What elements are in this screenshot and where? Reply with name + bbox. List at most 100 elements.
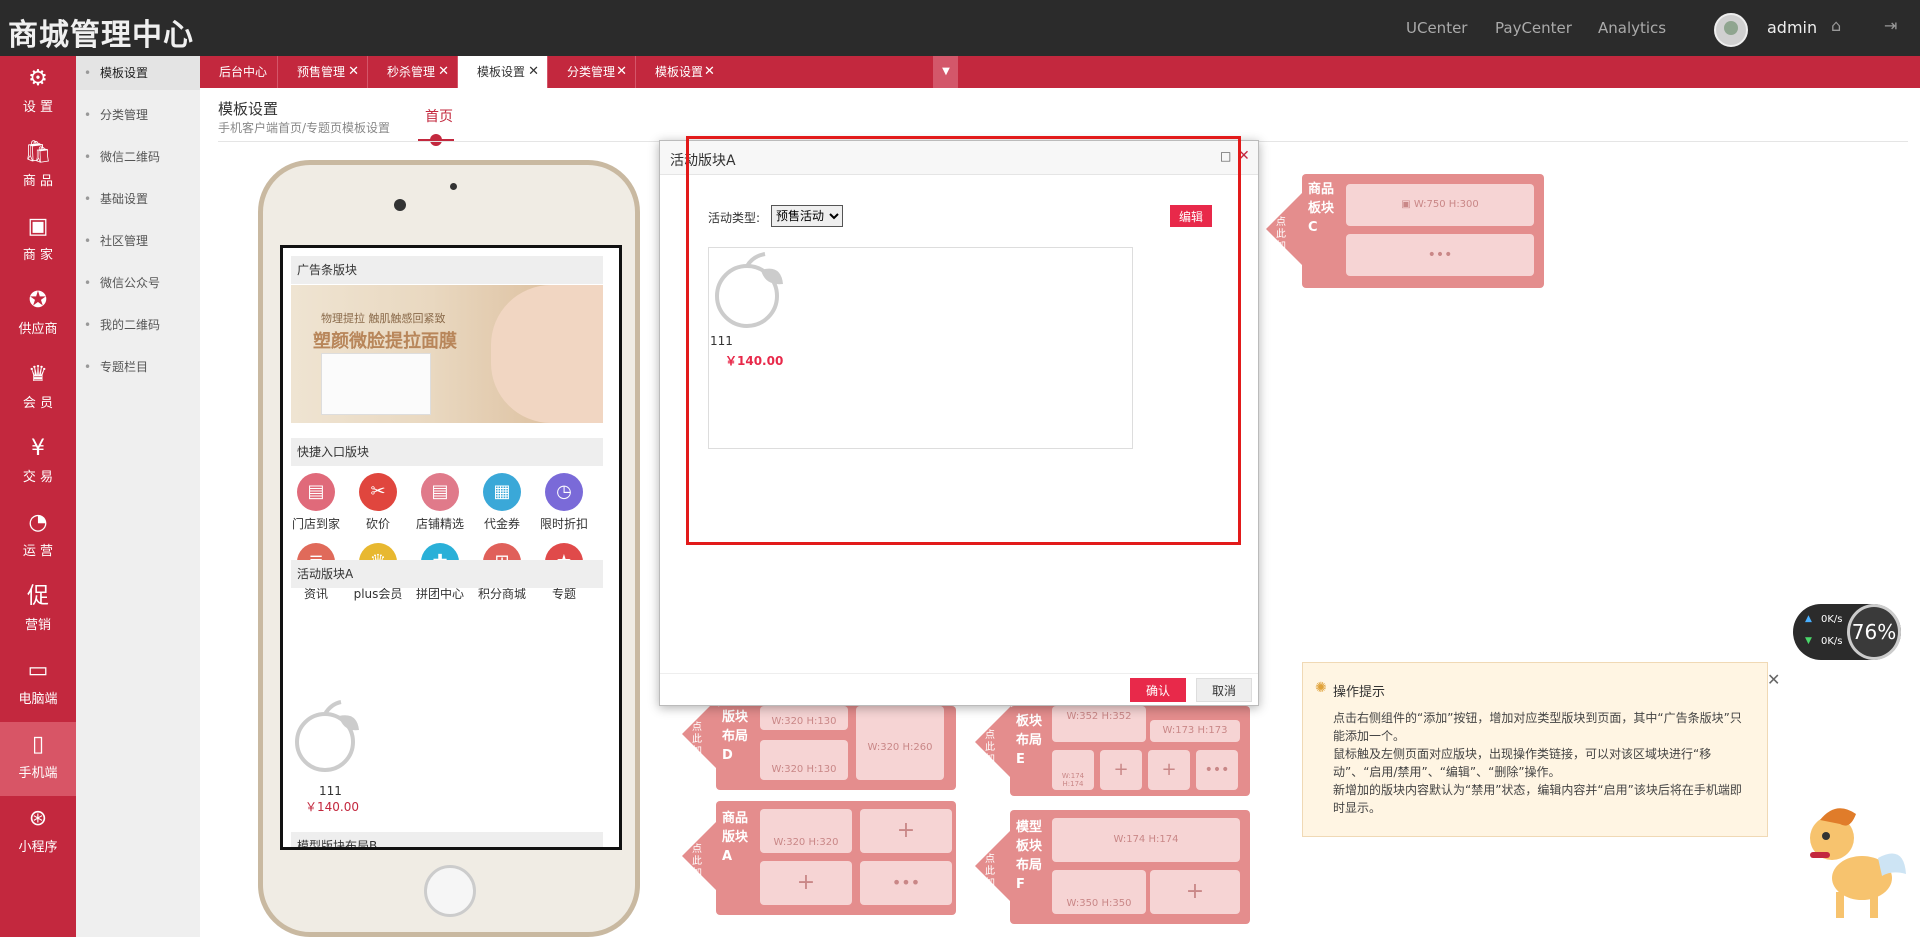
quick-entry-label: 砍价 (365, 517, 390, 531)
block-goods-a[interactable]: 商品版块A W:320 H:320 + + ••• (716, 801, 956, 915)
quick-entry-item[interactable]: ◷ 限时折扣 (533, 473, 595, 535)
block-layout-d[interactable]: 版块布局D W:320 H:130 W:320 H:130 W:320 H:26… (716, 706, 956, 790)
add-here-arrow[interactable]: 点此加入 (975, 830, 1011, 902)
sub-nav-item[interactable]: 社区管理 (76, 224, 200, 258)
quick-entry-item[interactable]: ▦ 代金券 (471, 473, 533, 535)
home-tab[interactable]: 首页 (425, 106, 453, 126)
ucenter-link[interactable]: UCenter (1406, 19, 1467, 37)
block-cell: W:320 H:130 (760, 706, 848, 730)
add-cell-button[interactable]: + (1148, 750, 1190, 790)
lightbulb-icon: ✺ (1315, 680, 1327, 696)
nav-item-0[interactable]: ⚙ 设 置 (0, 56, 76, 130)
nav-item-5[interactable]: ¥ 交 易 (0, 426, 76, 500)
add-cell-button[interactable]: + (760, 861, 852, 905)
sub-nav-item[interactable]: 专题栏目 (76, 350, 200, 384)
tip-line: 点击右侧组件的“添加”按钮，增加对应类型版块到页面，其中“广告条版块”只能添加一… (1333, 711, 1742, 743)
confirm-button[interactable]: 确认 (1130, 678, 1186, 702)
tab-presale[interactable]: 预售管理 ✕ (278, 56, 368, 88)
sub-nav-item[interactable]: 基础设置 (76, 182, 200, 216)
more-button[interactable]: ••• (1346, 234, 1534, 276)
logout-icon[interactable]: ⇥ (1884, 16, 1897, 35)
more-button[interactable]: ••• (1196, 750, 1238, 790)
add-here-arrow[interactable]: 点此加入 (682, 820, 718, 892)
monitor-icon: ▭ (27, 658, 49, 683)
nav-item-2[interactable]: ▣ 商 家 (0, 204, 76, 278)
nav-item-label: 会 员 (22, 396, 54, 411)
username[interactable]: admin (1767, 18, 1817, 37)
close-icon[interactable]: ✕ (1767, 670, 1780, 689)
left-nav: ⚙ 设 置 🛍 商 品 ▣ 商 家 ✪ 供应商 ♛ 会 员 ¥ 交 易 ◔ 运 营促营销 ▭ 电脑端 ▯ 手机端 ⊛… (0, 56, 76, 937)
network-speed-widget[interactable]: ▲ 0K/s ▼ 0K/s 76% (1793, 604, 1901, 660)
close-icon[interactable]: ✕ (616, 56, 627, 88)
block-cell: W:173 H:173 (1150, 720, 1240, 742)
block-layout-f[interactable]: 模型板块布局F W:174 H:174 W:350 H:350 + (1010, 810, 1250, 924)
block-cell: W:174 H:174 (1052, 750, 1094, 790)
block-layout-e[interactable]: 板块布局E W:352 H:352 W:173 H:173 W:174 H:17… (1010, 706, 1250, 796)
quick-entry-section-header[interactable]: 快捷入口版块 (291, 438, 603, 466)
sub-nav-item[interactable]: 分类管理 (76, 98, 200, 132)
quick-entry-item[interactable]: ▤ 店铺精选 (409, 473, 471, 535)
nav-item-label: 电脑端 (18, 692, 58, 707)
paycenter-link[interactable]: PayCenter (1495, 19, 1572, 37)
cell-dim: W:750 H:300 (1413, 199, 1479, 210)
add-cell-button[interactable]: + (860, 809, 952, 853)
sub-nav-item[interactable]: 模板设置 (76, 56, 200, 90)
upload-arrow-icon: ▲ (1805, 614, 1812, 624)
block-goods-c[interactable]: 商品板块C ▣ W:750 H:300 ••• (1302, 174, 1544, 288)
nav-item-1[interactable]: 🛍 商 品 (0, 130, 76, 204)
crown-icon: ♛ (28, 362, 48, 387)
add-here-arrow[interactable]: 点此加入 (1266, 193, 1302, 265)
tab-template-settings[interactable]: 模板设置 ✕ (458, 56, 548, 88)
analytics-link[interactable]: Analytics (1598, 19, 1666, 37)
tip-line: 新增加的版块内容默认为“禁用”状态，编辑内容并“启用”该块后将在手机端即时显示。 (1333, 783, 1742, 815)
sub-nav-item[interactable]: 微信公众号 (76, 266, 200, 300)
nav-item-8[interactable]: ▭ 电脑端 (0, 648, 76, 722)
ad-banner-subtext: 物理提拉 触肌触感回紧致 (321, 312, 446, 325)
ad-banner-headline: 塑颜微脸提拉面膜 (313, 331, 457, 352)
model-section-header[interactable]: 模型版块布局B (291, 832, 603, 847)
add-here-arrow[interactable]: 点此加入 (682, 698, 718, 770)
sub-nav-item[interactable]: 微信二维码 (76, 140, 200, 174)
close-icon[interactable]: ✕ (528, 56, 539, 88)
add-cell-button[interactable]: + (1100, 750, 1142, 790)
add-here-arrow[interactable]: 点此加入 (975, 706, 1011, 778)
nav-item-label: 小程序 (18, 840, 58, 855)
ad-banner-image[interactable]: 物理提拉 触肌触感回紧致 塑颜微脸提拉面膜 (291, 285, 603, 423)
nav-item-4[interactable]: ♛ 会 员 (0, 352, 76, 426)
tips-title: 操作提示 (1333, 685, 1386, 700)
add-cell-button[interactable]: + (1150, 870, 1240, 914)
quick-entry-item[interactable]: ▤ 门店到家 (285, 473, 347, 535)
tab-label: 模板设置 (655, 65, 704, 79)
nav-item-6[interactable]: ◔ 运 营 (0, 500, 76, 574)
close-icon[interactable]: ✕ (348, 56, 359, 88)
tab-flash-sale[interactable]: 秒杀管理 ✕ (368, 56, 458, 88)
close-icon[interactable]: ✕ (704, 56, 715, 88)
nav-item-7[interactable]: 促营销 (0, 574, 76, 648)
ad-section-header[interactable]: 广告条版块 (291, 256, 603, 284)
nav-item-9[interactable]: ▯ 手机端 (0, 722, 76, 796)
nav-item-10[interactable]: ⊛ 小程序 (0, 796, 76, 870)
mini-program-icon: ⊛ (28, 806, 48, 831)
close-icon[interactable]: ✕ (438, 56, 449, 88)
shopping-bag-icon: 🛍 (24, 140, 52, 165)
tab-category[interactable]: 分类管理 ✕ (548, 56, 636, 88)
quick-entry-item[interactable]: ✂ 砍价 (347, 473, 409, 535)
home-tab-dot (430, 134, 442, 146)
operation-tips-panel: ✺ 操作提示 ✕ 点击右侧组件的“添加”按钮，增加对应类型版块到页面，其中“广告… (1302, 662, 1780, 837)
tab-dropdown-icon[interactable]: ▼ (934, 56, 958, 88)
tab-backend-center[interactable]: 后台中心 (200, 56, 278, 88)
avatar[interactable] (1714, 13, 1748, 47)
sub-nav: 模板设置分类管理微信二维码基础设置社区管理微信公众号我的二维码专题栏目 (76, 56, 200, 937)
highlight-frame (686, 136, 1241, 545)
sub-nav-item[interactable]: 我的二维码 (76, 308, 200, 342)
tab-label: 模板设置 (477, 65, 526, 79)
home-icon[interactable]: ⌂ (1831, 16, 1841, 35)
download-speed: 0K/s (1821, 636, 1843, 647)
block-cell: ▣ W:750 H:300 (1346, 184, 1534, 226)
quick-entry-icon: ◷ (545, 473, 583, 511)
more-button[interactable]: ••• (860, 861, 952, 905)
nav-item-3[interactable]: ✪ 供应商 (0, 278, 76, 352)
cancel-button[interactable]: 取消 (1196, 678, 1252, 702)
tab-template-settings-2[interactable]: 模板设置 ✕ (636, 56, 934, 88)
activity-section-header[interactable]: 活动版块A (291, 560, 603, 588)
